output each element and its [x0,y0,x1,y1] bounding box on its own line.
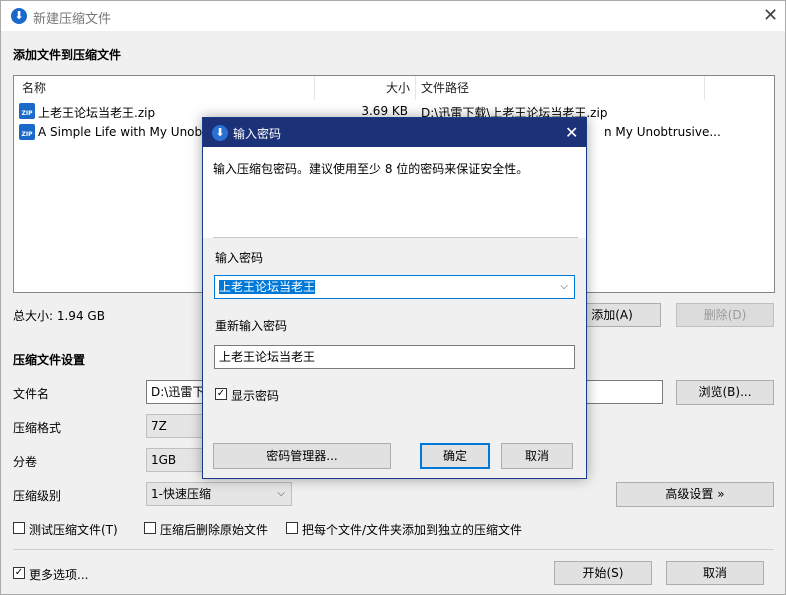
settings-section-heading: 压缩文件设置 [13,353,86,367]
level-select[interactable]: 1-快速压缩 ⌵ [146,482,292,506]
separate-archives-checkbox[interactable] [286,522,298,534]
browse-button[interactable]: 浏览(B)... [676,380,774,405]
split-select[interactable]: 1GB [146,448,204,472]
confirm-password-label: 重新输入密码 [215,319,288,333]
show-password-label[interactable]: 显示密码 [231,387,279,404]
dialog-info-panel: 输入压缩包密码。建议使用至少 8 位的密码来保证安全性。 [203,147,586,238]
advanced-settings-button[interactable]: 高级设置 » [616,482,774,507]
window-title: 新建压缩文件 [33,12,112,27]
split-label: 分卷 [13,455,38,469]
password-value: 上老王论坛当老王 [219,280,316,294]
start-button[interactable]: 开始(S) [554,561,652,585]
format-select[interactable]: 7Z [146,414,204,438]
column-divider[interactable] [415,76,416,100]
test-archive-checkbox[interactable] [13,522,25,534]
column-header-path[interactable]: 文件路径 [421,76,469,100]
checkmark-icon: ✓ [216,388,226,399]
zip-file-icon: ZIP [19,124,35,140]
delete-button[interactable]: 删除(D) [676,303,774,327]
more-options-label[interactable]: 更多选项... [29,566,88,583]
file-size: 3.69 KB [361,104,408,118]
confirm-password-input[interactable]: 上老王论坛当老王 [214,345,575,369]
chevron-down-icon: ⌵ [277,488,285,499]
files-section-heading: 添加文件到压缩文件 [13,48,122,62]
format-label: 压缩格式 [13,421,62,435]
column-header-size[interactable]: 大小 [386,76,410,100]
zip-file-icon: ZIP [19,103,35,119]
dialog-cancel-button[interactable]: 取消 [501,443,573,469]
app-logo-icon: ⬇ [212,125,228,141]
dialog-description: 输入压缩包密码。建议使用至少 8 位的密码来保证安全性。 [213,162,529,176]
level-label: 压缩级别 [13,489,62,503]
close-icon[interactable]: ✕ [565,123,578,142]
file-name: A Simple Life with My Unobt [38,125,207,139]
password-dialog: ⬇ 输入密码 ✕ 输入压缩包密码。建议使用至少 8 位的密码来保证安全性。 输入… [202,117,587,479]
divider [13,549,774,550]
more-options-checkbox[interactable]: ✓ [13,567,25,579]
column-divider[interactable] [704,76,705,100]
test-archive-label[interactable]: 测试压缩文件(T) [29,521,118,538]
dialog-title: 输入密码 [233,127,282,141]
delete-after-checkbox[interactable] [144,522,156,534]
divider [213,237,578,238]
checkmark-icon: ✓ [14,567,24,578]
column-divider[interactable] [314,76,315,100]
compress-window: ⬇ 新建压缩文件 ✕ 添加文件到压缩文件 名称 大小 文件路径 ZIP 上老王论… [0,0,786,595]
file-path: n My Unobtrusive... [604,125,721,139]
password-manager-button[interactable]: 密码管理器... [213,443,391,469]
filename-label: 文件名 [13,387,50,401]
password-label: 输入密码 [215,251,264,265]
separate-archives-label[interactable]: 把每个文件/文件夹添加到独立的压缩文件 [302,521,522,538]
total-size: 总大小: 1.94 GB [13,309,105,323]
app-logo-icon: ⬇ [11,8,27,24]
close-icon[interactable]: ✕ [763,7,778,25]
dialog-title-bar: ⬇ 输入密码 ✕ [203,118,586,147]
title-bar: ⬇ 新建压缩文件 ✕ [1,1,785,31]
password-input[interactable]: 上老王论坛当老王 ⌵ [214,275,575,299]
ok-button[interactable]: 确定 [420,443,490,469]
column-header-name[interactable]: 名称 [22,76,46,100]
show-password-checkbox[interactable]: ✓ [215,388,227,400]
delete-after-label[interactable]: 压缩后删除原始文件 [160,521,268,538]
cancel-button[interactable]: 取消 [666,561,764,585]
level-select-value: 1-快速压缩 [151,487,211,501]
chevron-down-icon[interactable]: ⌵ [560,276,568,298]
